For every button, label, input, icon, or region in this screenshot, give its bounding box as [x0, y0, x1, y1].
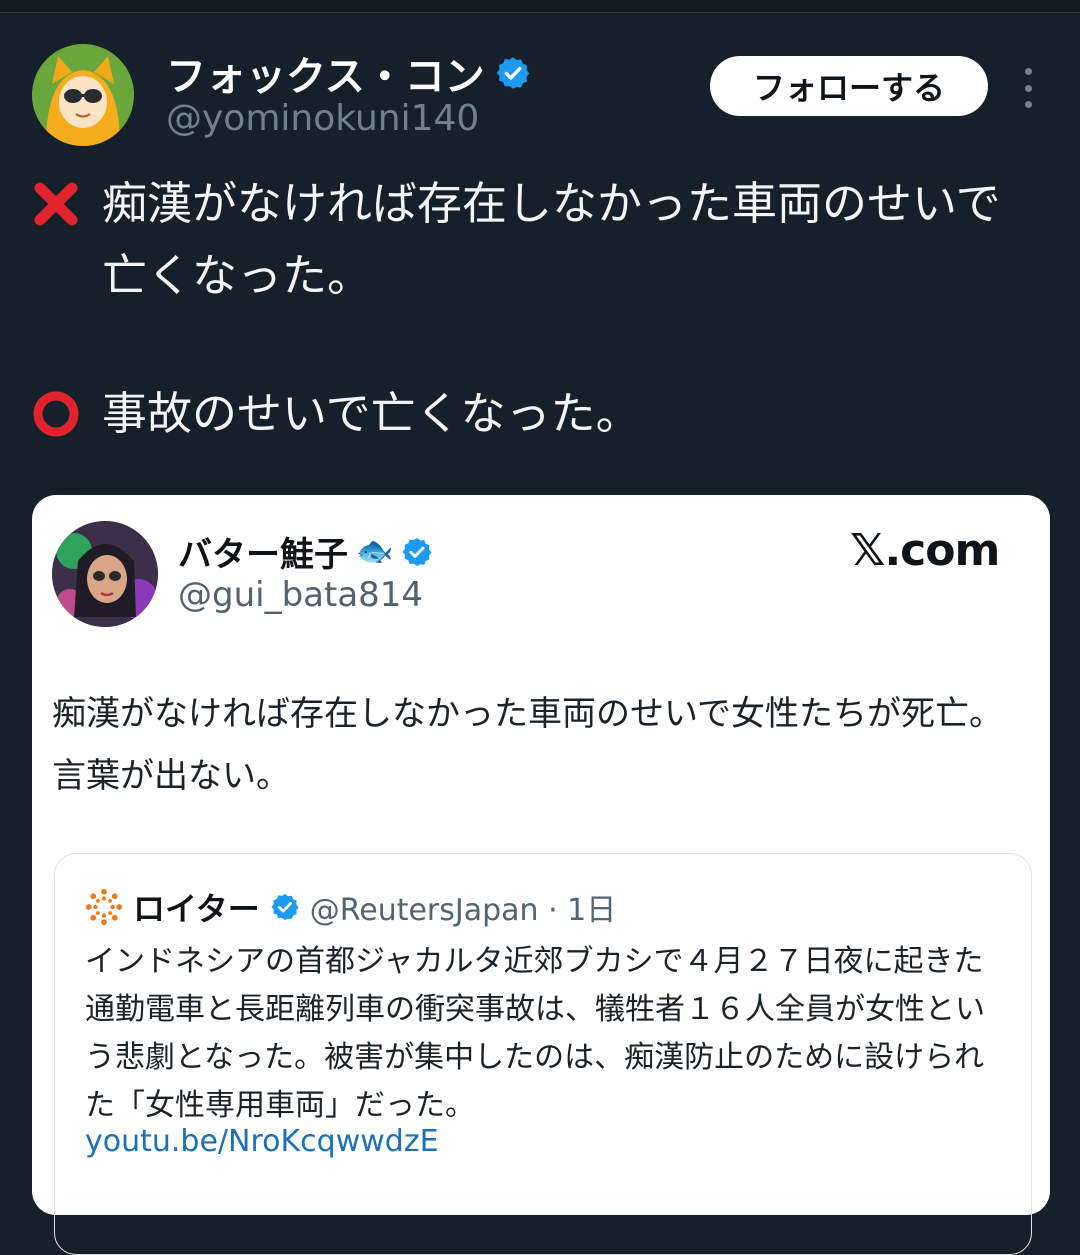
- nested-post-handle-time[interactable]: @ReutersJapan · 1日: [310, 885, 617, 929]
- follow-button[interactable]: フォローする: [710, 56, 988, 116]
- post-line-1: 痴漢がなければ存在しなかった車両のせいで亡くなった。: [32, 168, 1042, 312]
- quoted-display-name-row[interactable]: バター鮭子 🐟: [178, 527, 433, 576]
- post-line-2: 事故のせいで亡くなった。: [32, 378, 1042, 450]
- author-handle[interactable]: @yominokuni140: [166, 98, 479, 139]
- post-body: 痴漢がなければ存在しなかった車両のせいで亡くなった。 事故のせいで亡くなった。: [32, 168, 1042, 450]
- verified-badge-icon: [271, 893, 299, 921]
- nested-post-text: インドネシアの首都ジャカルタ近郊ブカシで４月２７日夜に起きた通勤電車と長距離列車…: [85, 944, 985, 1123]
- nested-post-author[interactable]: ロイター: [133, 884, 260, 930]
- more-options-icon[interactable]: [1018, 68, 1038, 108]
- reuters-logo-icon: [85, 888, 123, 926]
- quoted-post-text: 痴漢がなければ存在しなかった車両のせいで女性たちが死亡。言葉が出ない。: [52, 694, 1003, 796]
- fish-emoji: 🐟: [356, 534, 394, 569]
- x-com-logo[interactable]: 𝕏.com: [850, 525, 1000, 576]
- author-display-name[interactable]: フォックス・コン: [166, 44, 485, 102]
- cross-mark-icon: [34, 182, 78, 226]
- quoted-author-avatar[interactable]: [52, 521, 158, 627]
- nested-post-header: ロイター @ReutersJapan · 1日: [85, 884, 616, 930]
- quoted-display-name[interactable]: バター鮭子: [178, 527, 348, 576]
- author-display-name-row[interactable]: フォックス・コン: [166, 44, 531, 102]
- post-line-1-text: 痴漢がなければ存在しなかった車両のせいで亡くなった。: [102, 177, 1001, 302]
- top-divider: [0, 0, 1080, 13]
- author-avatar[interactable]: [32, 44, 134, 146]
- nested-quoted-post[interactable]: ロイター @ReutersJapan · 1日 インドネシアの首都ジャカルタ近郊…: [54, 853, 1032, 1255]
- quoted-post-card[interactable]: バター鮭子 🐟 @gui_bata814 𝕏.com 痴漢がなければ存在しなかっ…: [32, 495, 1050, 1255]
- nested-post-link[interactable]: youtu.be/NroKcqwwdzE: [85, 1124, 439, 1159]
- circle-mark-icon: [33, 391, 79, 437]
- verified-badge-icon: [496, 57, 530, 89]
- verified-badge-icon: [402, 537, 432, 566]
- post-line-2-text: 事故のせいで亡くなった。: [102, 387, 641, 440]
- quoted-handle[interactable]: @gui_bata814: [178, 575, 423, 615]
